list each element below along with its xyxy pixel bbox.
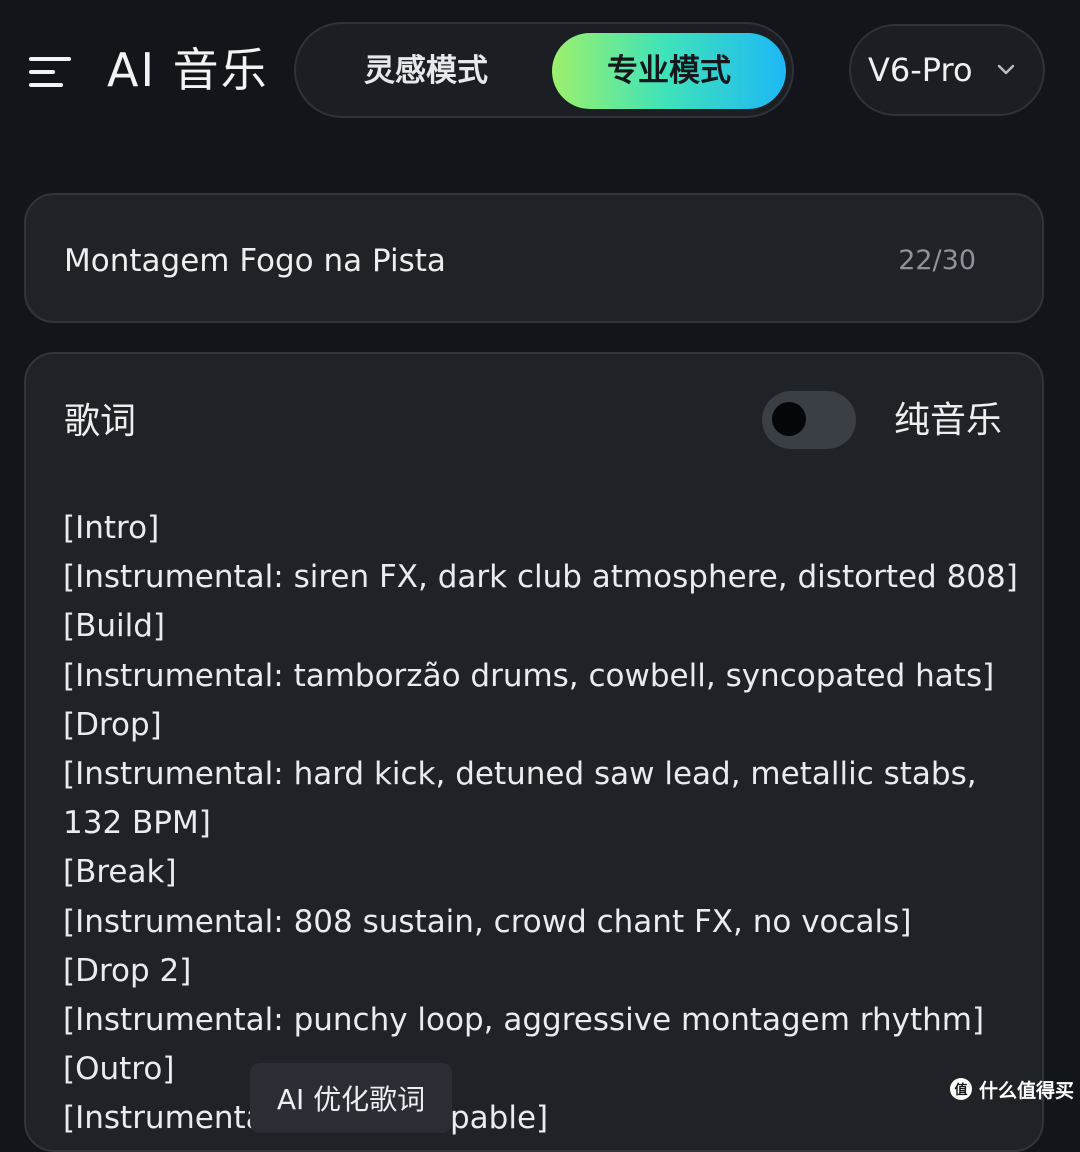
lyric-line: [Instrumental: ... out, loopable] <box>63 1100 549 1137</box>
pure-music-toggle[interactable] <box>762 391 856 449</box>
lyric-line: [Drop 2] <box>63 952 192 989</box>
lyric-line: [Outro] <box>63 1051 175 1088</box>
pure-music-label: 纯音乐 <box>894 400 1003 441</box>
menu-icon[interactable] <box>26 50 76 92</box>
model-select[interactable]: V6-Pro <box>849 24 1045 116</box>
title-char-count: 22/30 <box>898 245 976 276</box>
toggle-knob <box>772 402 806 436</box>
tab-pro-mode[interactable]: 专业模式 <box>552 33 786 109</box>
lyrics-textarea[interactable]: [Intro] [Instrumental: siren FX, dark cl… <box>63 504 1018 1144</box>
watermark-text: 什么值得买 <box>978 1079 1074 1102</box>
chevron-down-icon <box>996 62 1016 81</box>
mode-switch: 灵感模式 专业模式 <box>294 22 794 118</box>
lyrics-heading: 歌词 <box>64 401 137 442</box>
tab-inspiration-mode[interactable]: 灵感模式 <box>316 33 536 109</box>
lyric-line: [Intro] <box>63 510 160 546</box>
lyric-line: [Build] <box>63 608 166 645</box>
lyric-line: 132 BPM] <box>63 805 211 842</box>
song-title-card[interactable]: Montagem Fogo na Pista 22/30 <box>24 193 1044 323</box>
ai-optimize-lyrics-button[interactable]: AI 优化歌词 <box>250 1063 452 1133</box>
watermark-logo-icon: 值 <box>949 1078 972 1100</box>
model-select-value: V6-Pro <box>868 51 973 89</box>
app-title: AI 音乐 <box>107 43 269 97</box>
lyric-line: [Instrumental: 808 sustain, crowd chant … <box>63 903 912 940</box>
watermark-logo-glyph: 值 <box>954 1082 967 1098</box>
watermark: 值 什么值得买 <box>949 1073 1074 1105</box>
top-bar: AI 音乐 灵感模式 专业模式 V6-Pro <box>0 0 1080 150</box>
lyric-line: [Instrumental: punchy loop, aggressive m… <box>63 1002 985 1039</box>
lyric-line: [Break] <box>63 854 177 891</box>
lyric-line: [Drop] <box>63 706 162 743</box>
lyric-line: [Instrumental: siren FX, dark club atmos… <box>63 559 1018 596</box>
lyric-line: [Instrumental: tamborzão drums, cowbell,… <box>63 657 995 694</box>
lyrics-card: 歌词 纯音乐 [Intro] [Instrumental: siren FX, … <box>24 352 1044 1152</box>
lyric-line: [Instrumental: hard kick, detuned saw le… <box>63 756 977 793</box>
song-title-input[interactable]: Montagem Fogo na Pista <box>64 195 446 327</box>
